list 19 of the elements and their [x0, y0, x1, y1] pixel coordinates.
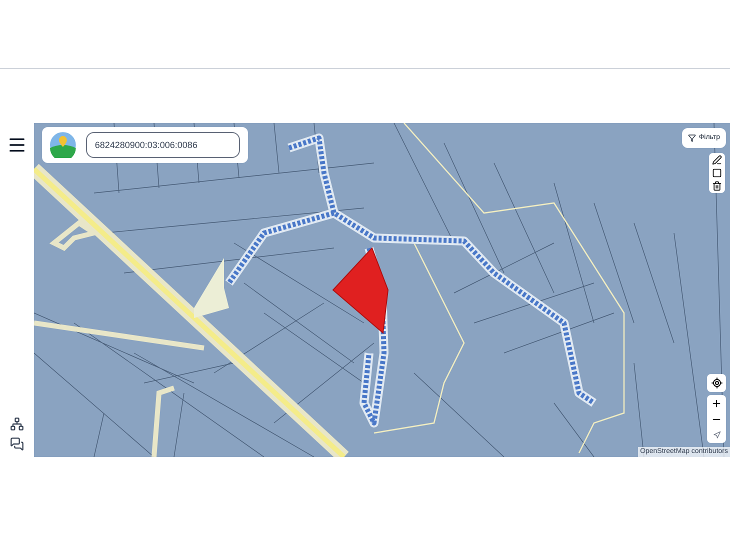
delete-button[interactable]: [712, 181, 722, 191]
locate-button[interactable]: [707, 374, 726, 392]
plus-icon: [711, 398, 722, 408]
hierarchy-drawing: [10, 417, 24, 431]
field-drawing: [194, 258, 229, 318]
pen-icon: [712, 155, 722, 165]
draw-line-button[interactable]: [712, 155, 722, 165]
logo-icon: [50, 132, 76, 158]
hierarchy-icon[interactable]: [10, 417, 24, 431]
speech-bubbles-drawing: [10, 437, 24, 451]
search-field[interactable]: 6824280900:03:006:0086: [86, 132, 240, 158]
draw-polygon-button[interactable]: [712, 168, 722, 178]
arrow-icon: [712, 431, 720, 439]
locate-icon: [710, 377, 722, 389]
chat-icon[interactable]: [10, 437, 24, 451]
trash-icon: [712, 181, 722, 191]
square-icon: [712, 168, 722, 178]
selected-parcel[interactable]: [332, 247, 389, 334]
filter-icon: [688, 134, 696, 142]
